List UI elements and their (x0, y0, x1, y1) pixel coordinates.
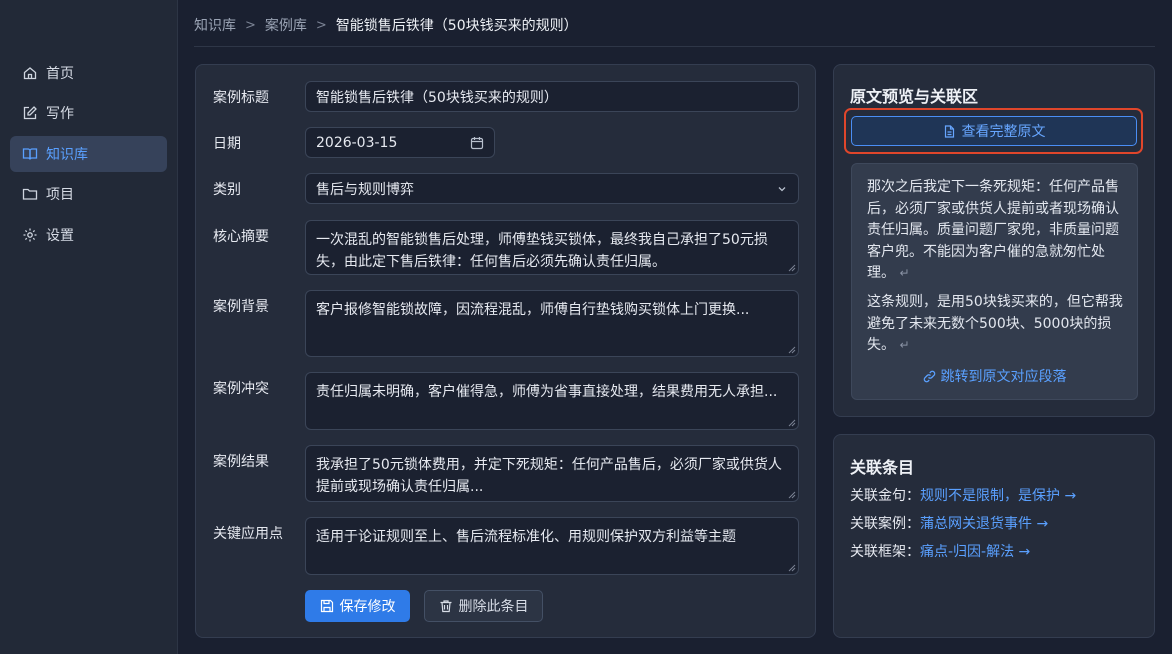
sidebar-item-projects[interactable]: 项目 (10, 176, 167, 212)
breadcrumb: 知识库 > 案例库 > 智能锁售后铁律（50块钱买来的规则） (194, 14, 578, 36)
highlight-annotation (844, 108, 1143, 154)
sidebar-item-home[interactable]: 首页 (10, 55, 167, 91)
title-label: 案例标题 (213, 90, 269, 106)
summary-value: 一次混乱的智能锁售后处理，师傅垫钱买锁体，最终我自己承担了50元损失，由此定下售… (316, 232, 768, 270)
link-icon (923, 370, 935, 382)
summary-textarea[interactable]: 一次混乱的智能锁售后处理，师傅垫钱买锁体，最终我自己承担了50元损失，由此定下售… (305, 220, 799, 275)
category-value: 售后与规则博弈 (316, 181, 414, 198)
breadcrumb-case-library[interactable]: 案例库 (265, 15, 307, 35)
resize-handle-icon[interactable] (788, 491, 796, 499)
summary-label: 核心摘要 (213, 229, 269, 245)
breadcrumb-separator: > (245, 17, 256, 33)
result-label: 案例结果 (213, 454, 269, 470)
related-case-row: 关联案例：蒲总网关退货事件 → (850, 513, 1048, 533)
jump-to-paragraph-link[interactable]: 跳转到原文对应段落 (851, 366, 1138, 386)
resize-handle-icon[interactable] (788, 419, 796, 427)
folder-icon (22, 188, 38, 200)
book-icon (22, 148, 38, 160)
category-select[interactable]: 售后与规则博弈 (305, 173, 799, 204)
gear-icon (23, 228, 37, 242)
return-icon: ↵ (899, 338, 910, 352)
title-input[interactable]: 智能锁售后铁律（50块钱买来的规则） (305, 81, 799, 112)
sidebar-item-label: 写作 (46, 106, 74, 122)
sidebar-item-label: 项目 (46, 187, 74, 203)
jump-link-label: 跳转到原文对应段落 (940, 369, 1067, 385)
trash-icon (440, 600, 451, 613)
resize-handle-icon[interactable] (788, 264, 796, 272)
sidebar-item-label: 设置 (46, 228, 74, 244)
related-framework-row: 关联框架：痛点-归因-解法 → (850, 541, 1030, 561)
sidebar-item-knowledge[interactable]: 知识库 (10, 136, 167, 172)
related-panel-title: 关联条目 (850, 458, 915, 477)
date-label: 日期 (213, 136, 241, 152)
resize-handle-icon[interactable] (788, 564, 796, 572)
conflict-label: 案例冲突 (213, 381, 269, 397)
date-picker[interactable]: 2026-03-15 (305, 127, 495, 158)
conflict-textarea[interactable]: 责任归属未明确，客户催得急，师傅为省事直接处理，结果费用无人承担... (305, 372, 799, 430)
conflict-value: 责任归属未明确，客户催得急，师傅为省事直接处理，结果费用无人承担... (316, 384, 778, 400)
preview-paragraph-1: 那次之后我定下一条死规矩：任何产品售后，必须厂家或供货人提前或者现场确认责任归属… (867, 177, 1125, 285)
related-framework-label: 关联框架： (850, 544, 920, 560)
preview-paragraph-2: 这条规则，是用50块钱买来的，但它帮我避免了未来无数个500块、5000块的损失… (867, 292, 1125, 357)
home-icon (23, 67, 37, 80)
title-input-value: 智能锁售后铁律（50块钱买来的规则） (316, 89, 558, 106)
calendar-icon[interactable] (470, 136, 484, 150)
chevron-down-icon (778, 186, 786, 191)
result-value: 我承担了50元锁体费用，并定下死规矩：任何产品售后，必须厂家或供货人提前或现场确… (316, 457, 782, 495)
related-quote-link[interactable]: 规则不是限制，是保护 → (920, 488, 1076, 504)
keypoints-value: 适用于论证规则至上、售后流程标准化、用规则保护双方利益等主题 (316, 529, 736, 545)
date-value: 2026-03-15 (316, 134, 398, 151)
preview-panel-title: 原文预览与关联区 (850, 87, 979, 106)
related-quote-label: 关联金句： (850, 488, 920, 504)
category-label: 类别 (213, 182, 241, 198)
related-case-link[interactable]: 蒲总网关退货事件 → (920, 516, 1048, 532)
related-case-label: 关联案例： (850, 516, 920, 532)
sidebar-item-label: 知识库 (46, 147, 88, 163)
sidebar: 首页 写作 知识库 项目 设置 (0, 0, 178, 654)
return-icon: ↵ (899, 266, 910, 280)
sidebar-item-settings[interactable]: 设置 (10, 217, 167, 253)
delete-button[interactable]: 删除此条目 (424, 590, 543, 622)
result-textarea[interactable]: 我承担了50元锁体费用，并定下死规矩：任何产品售后，必须厂家或供货人提前或现场确… (305, 445, 799, 502)
keypoints-label: 关键应用点 (213, 526, 283, 542)
breadcrumb-divider (194, 46, 1155, 47)
edit-icon (23, 106, 37, 120)
keypoints-textarea[interactable]: 适用于论证规则至上、售后流程标准化、用规则保护双方利益等主题 (305, 517, 799, 575)
breadcrumb-separator: > (315, 17, 327, 33)
save-icon (320, 599, 333, 613)
sidebar-item-writing[interactable]: 写作 (10, 95, 167, 131)
related-framework-link[interactable]: 痛点-归因-解法 → (920, 544, 1030, 560)
related-quote-row: 关联金句：规则不是限制，是保护 → (850, 485, 1076, 505)
background-value: 客户报修智能锁故障，因流程混乱，师傅自行垫钱购买锁体上门更换... (316, 302, 750, 318)
background-label: 案例背景 (213, 299, 269, 315)
delete-button-label: 删除此条目 (458, 599, 529, 615)
save-button[interactable]: 保存修改 (305, 590, 410, 622)
background-textarea[interactable]: 客户报修智能锁故障，因流程混乱，师傅自行垫钱购买锁体上门更换... (305, 290, 799, 357)
sidebar-item-label: 首页 (46, 66, 74, 82)
breadcrumb-knowledge[interactable]: 知识库 (194, 15, 236, 35)
resize-handle-icon[interactable] (788, 346, 796, 354)
save-button-label: 保存修改 (339, 599, 396, 615)
breadcrumb-current: 智能锁售后铁律（50块钱买来的规则） (335, 18, 578, 34)
